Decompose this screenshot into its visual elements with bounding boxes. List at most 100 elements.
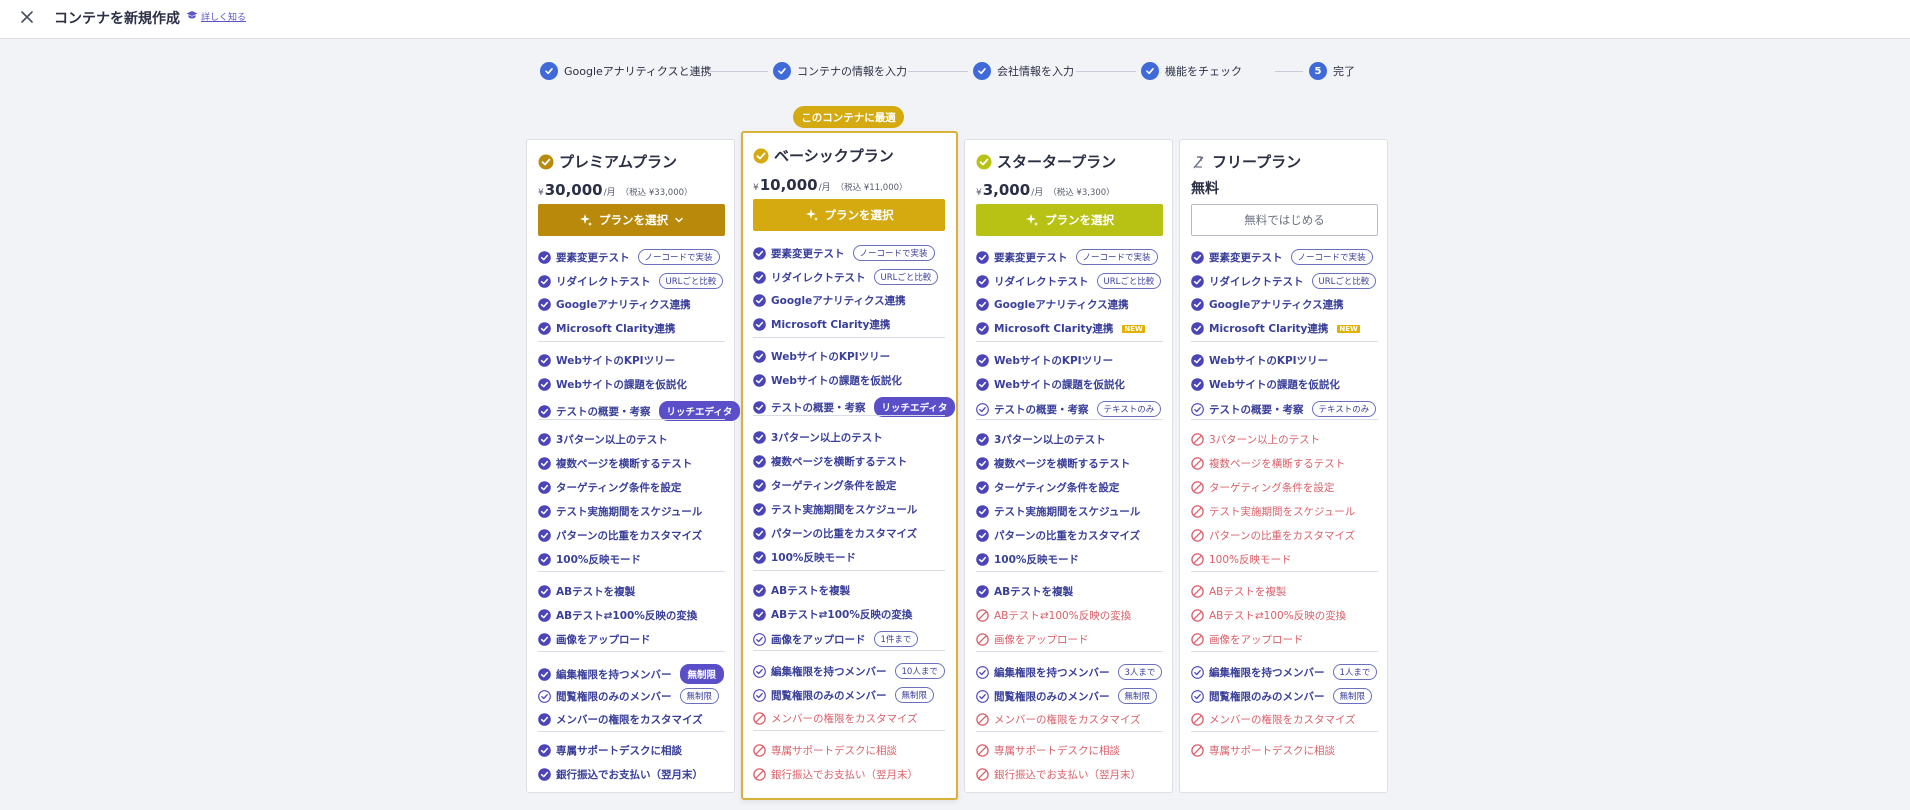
select-plan-button[interactable]: プランを選択 (753, 199, 945, 231)
feature-tag: 無制限 (894, 687, 935, 703)
price-amount: 3,000 (982, 181, 1031, 199)
feature-item: 専属サポートデスクに相談 (1191, 743, 1335, 758)
check-outline-icon (976, 689, 989, 703)
currency-symbol: ¥ (753, 183, 759, 193)
feature-label: メンバーの権限をカスタマイズ (771, 713, 918, 725)
sparkle-icon (579, 213, 593, 227)
not-available-icon (753, 712, 766, 725)
feature-item: テストの概要・考察 テキストのみ (976, 401, 1162, 417)
price-tax-included: （税込 ¥11,000） (835, 183, 908, 193)
new-badge: NEW (1337, 324, 1360, 333)
feature-label: テストの概要・考察 (556, 405, 651, 418)
feature-item: 100%反映モード (753, 550, 856, 565)
check-outline-icon (753, 632, 766, 646)
feature-item: WebサイトのKPIツリー (1191, 353, 1328, 368)
feature-tag: 無制限 (679, 664, 725, 684)
step-5: 5 完了 (1309, 62, 1355, 80)
check-circle-icon (538, 298, 551, 311)
not-available-icon (976, 713, 989, 726)
price-tax-included: （税込 ¥3,300） (1048, 188, 1115, 198)
check-circle-icon (976, 354, 989, 367)
feature-label: 編集権限を持つメンバー (1209, 666, 1325, 679)
check-circle-icon (1141, 62, 1159, 80)
button-label: プランを選択 (1045, 213, 1114, 227)
feature-item: テスト実施期間をスケジュール (753, 502, 917, 517)
feature-item: 3パターン以上のテスト (1191, 432, 1320, 447)
feature-item: リダイレクトテスト URLごと比較 (1191, 273, 1377, 289)
feature-item: Webサイトの課題を仮説化 (1191, 377, 1340, 392)
check-circle-icon (538, 481, 551, 494)
feature-label: 専属サポートデスクに相談 (994, 745, 1120, 757)
feature-item: Googleアナリティクス連携 (1191, 297, 1344, 312)
feature-label: パターンの比重をカスタマイズ (1209, 530, 1356, 542)
section-divider (1191, 571, 1378, 572)
check-circle-icon (753, 270, 766, 284)
feature-label: テストの概要・考察 (1209, 403, 1304, 416)
feature-label: テスト実施期間をスケジュール (556, 506, 703, 518)
feature-tag: URLごと比較 (658, 273, 724, 289)
feature-item: ABテストを複製 (1191, 584, 1286, 599)
feature-label: 要素変更テスト (994, 251, 1068, 264)
plan-name-label: プレミアムプラン (559, 153, 678, 171)
step-3: 会社情報を入力 (973, 62, 1074, 80)
feature-label: Webサイトの課題を仮説化 (994, 379, 1125, 391)
feature-label: 閲覧権限のみのメンバー (1209, 690, 1325, 703)
check-circle-icon (976, 298, 989, 311)
check-outline-icon (753, 688, 766, 702)
feature-label: リダイレクトテスト (994, 275, 1089, 288)
chevron-down-icon (674, 215, 684, 225)
not-available-icon (1191, 609, 1204, 622)
feature-tag: ノーコードで実装 (1075, 249, 1158, 265)
not-available-icon (976, 633, 989, 646)
feature-item: 専属サポートデスクに相談 (538, 743, 682, 758)
select-plan-button[interactable]: プランを選択 (538, 204, 725, 236)
not-available-icon (1191, 505, 1204, 518)
check-circle-icon (973, 62, 991, 80)
feature-label: ABテスト⇄100%反映の変換 (556, 610, 698, 622)
feature-item: Microsoft Clarity連携 (538, 321, 675, 336)
feature-item: Googleアナリティクス連携 (976, 297, 1129, 312)
feature-label: WebサイトのKPIツリー (771, 351, 891, 363)
feature-label: パターンの比重をカスタマイズ (771, 528, 918, 540)
feature-label: Microsoft Clarity連携 (771, 319, 891, 331)
start-free-button[interactable]: 無料ではじめる (1191, 204, 1378, 236)
feature-label: パターンの比重をカスタマイズ (994, 530, 1141, 542)
feature-tag: 無制限 (1117, 688, 1158, 704)
section-divider (753, 650, 945, 651)
learn-more-link[interactable]: 詳しく知る (186, 10, 246, 23)
feature-item: 編集権限を持つメンバー 1人まで (1191, 664, 1378, 680)
section-divider (753, 337, 945, 338)
feature-label: テストの概要・考察 (994, 403, 1089, 416)
not-available-icon (753, 768, 766, 781)
step-1: Googleアナリティクスと連携 (540, 62, 712, 80)
feature-label: リダイレクトテスト (771, 271, 866, 284)
feature-tag: URLごと比較 (873, 269, 939, 285)
not-available-icon (976, 768, 989, 781)
check-circle-icon (976, 433, 989, 446)
feature-item: 要素変更テスト ノーコードで実装 (538, 249, 720, 265)
feature-item: テスト実施期間をスケジュール (1191, 504, 1355, 519)
feature-item: ABテストを複製 (753, 583, 850, 598)
feature-label: WebサイトのKPIツリー (994, 355, 1114, 367)
close-icon[interactable] (18, 8, 36, 26)
progress-stepper: Googleアナリティクスと連携 コンテナの情報を入力 会社情報を入力 機能をチェック… (0, 62, 1910, 82)
feature-label: Googleアナリティクス連携 (994, 299, 1129, 311)
feature-label: 画像をアップロード (994, 634, 1089, 646)
plan-price: 無料 (1191, 181, 1219, 197)
select-plan-button[interactable]: プランを選択 (976, 204, 1163, 236)
feature-item: Googleアナリティクス連携 (753, 293, 906, 308)
feature-item: 編集権限を持つメンバー 無制限 (538, 664, 725, 684)
check-circle-icon (976, 505, 989, 518)
new-badge: NEW (1122, 324, 1145, 333)
feature-tag: ノーコードで実装 (1290, 249, 1373, 265)
feature-item: リダイレクトテスト URLごと比較 (976, 273, 1162, 289)
feature-item: テストの概要・考察 テキストのみ (1191, 401, 1377, 417)
feature-label: 専属サポートデスクに相談 (556, 745, 682, 757)
feature-label: テスト実施期間をスケジュール (771, 504, 918, 516)
feature-item: WebサイトのKPIツリー (538, 353, 675, 368)
feature-item: 銀行振込でお支払い（翌月末） (753, 767, 918, 782)
feature-tag: テキストのみ (1311, 401, 1377, 417)
section-divider (753, 415, 945, 416)
check-circle-icon (753, 503, 766, 516)
feature-label: 編集権限を持つメンバー (994, 666, 1110, 679)
